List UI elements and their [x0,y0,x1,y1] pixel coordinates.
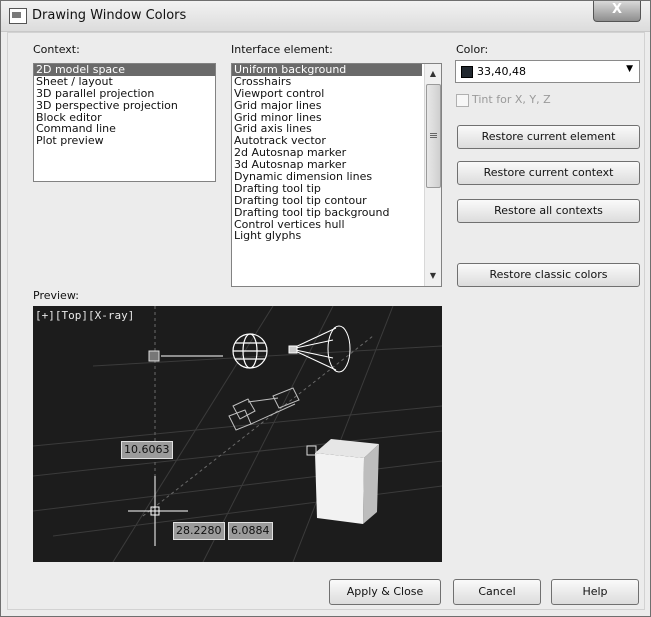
dropdown-arrow-icon[interactable]: ▼ [626,64,633,74]
context-label: Context: [33,43,80,56]
dimension-x: 28.2280 [173,522,225,540]
context-items: 2D model space Sheet / layout 3D parallel … [34,64,215,147]
interface-element-list[interactable]: Uniform background Crosshairs Viewport con… [231,63,442,287]
apply-close-button[interactable]: Apply & Close [329,579,441,605]
context-list-item[interactable]: Plot preview [34,135,215,147]
restore-current-element-button[interactable]: Restore current element [457,125,640,149]
interface-element-list-item[interactable]: Light glyphs [232,230,422,242]
dialog-window: Drawing Window Colors X Context: 2D mode… [0,0,651,617]
dimension-vertical: 10.6063 [121,441,173,459]
color-value: 33,40,48 [477,65,526,78]
tint-label: Tint for X, Y, Z [472,93,551,106]
preview-label: Preview: [33,289,79,302]
tint-checkbox[interactable] [456,94,469,107]
interface-element-list-item[interactable]: Viewport control [232,87,422,100]
preview-canvas: [+][Top][X-ray] 10.6063 28.2280 6.0884 [33,306,442,562]
scroll-up-icon[interactable]: ▲ [425,66,441,82]
context-list[interactable]: 2D model space Sheet / layout 3D parallel … [33,63,216,182]
interface-element-list-item[interactable]: Crosshairs [232,75,422,88]
interface-element-list-item[interactable]: Grid major lines [232,99,422,112]
scroll-down-icon[interactable]: ▼ [425,268,441,284]
interface-element-items: Uniform background Crosshairs Viewport con… [232,64,422,242]
cancel-button[interactable]: Cancel [453,579,541,605]
color-label: Color: [456,43,489,56]
interface-element-list-item[interactable]: Drafting tool tip contour [232,194,422,207]
restore-classic-colors-button[interactable]: Restore classic colors [457,263,640,287]
color-dropdown[interactable]: 33,40,48 ▼ [455,60,640,83]
dimension-y: 6.0884 [228,522,273,540]
scrollbar[interactable]: ▲ ▼ [424,64,441,286]
scroll-thumb[interactable] [426,84,441,188]
context-list-item[interactable]: 3D parallel projection [34,87,215,100]
interface-element-label: Interface element: [231,43,333,56]
color-swatch [461,66,473,78]
grip-icon [430,133,437,134]
close-icon[interactable]: X [593,1,641,22]
title-bar[interactable]: Drawing Window Colors X [1,1,650,32]
viewport-label: [+][Top][X-ray] [35,309,135,322]
restore-all-contexts-button[interactable]: Restore all contexts [457,199,640,223]
app-icon [9,8,27,24]
interface-element-list-item[interactable]: Drafting tool tip background [232,206,422,219]
help-button[interactable]: Help [551,579,639,605]
interface-element-list-item[interactable]: Drafting tool tip [232,182,422,195]
context-list-item[interactable]: 3D perspective projection [34,99,215,112]
context-list-item[interactable]: Sheet / layout [34,75,215,88]
window-title: Drawing Window Colors [32,8,187,23]
restore-current-context-button[interactable]: Restore current context [457,161,640,185]
